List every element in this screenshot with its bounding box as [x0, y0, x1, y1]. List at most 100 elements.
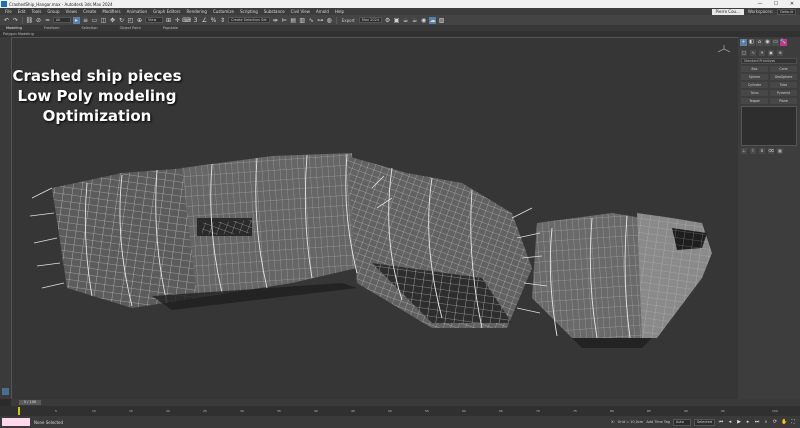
unlink-icon[interactable]: ⊘ — [35, 17, 42, 24]
reference-coordinate-dropdown[interactable]: View — [145, 17, 163, 23]
material-editor-icon[interactable]: ◍ — [326, 17, 333, 24]
select-by-name-icon[interactable]: ≡ — [82, 17, 89, 24]
utilities-tab-icon[interactable]: 🔧 — [780, 39, 787, 46]
toggle-ribbon-icon[interactable]: ▥ — [299, 17, 306, 24]
menu-file[interactable]: File — [2, 9, 15, 14]
menu-group[interactable]: Group — [44, 9, 62, 14]
menu-rendering[interactable]: Rendering — [184, 9, 210, 14]
helpers-icon[interactable]: ⊕ — [777, 50, 783, 56]
rotate-icon[interactable]: ↻ — [118, 17, 125, 24]
motion-tab-icon[interactable]: ◉ — [764, 39, 771, 46]
menu-help[interactable]: Help — [332, 9, 347, 14]
menu-customize[interactable]: Customize — [210, 9, 237, 14]
pan-icon[interactable]: ✋ — [781, 419, 787, 425]
cone-button[interactable]: Cone — [770, 66, 797, 72]
maximize-button[interactable]: ☐ — [768, 0, 784, 8]
orbit-icon[interactable]: ⟳ — [772, 419, 778, 425]
scale-icon[interactable]: ◰ — [127, 17, 134, 24]
make-unique-icon[interactable]: ⊻ — [759, 148, 765, 154]
align-icon[interactable]: ⊨ — [281, 17, 288, 24]
scene-explorer-icon[interactable] — [2, 388, 9, 395]
geometry-icon[interactable]: ◯ — [741, 50, 747, 56]
redo-icon[interactable]: ↷ — [12, 17, 19, 24]
create-tab-icon[interactable]: + — [740, 39, 747, 46]
render-setup-icon[interactable]: ⚙ — [384, 17, 391, 24]
time-slider[interactable]: 0 / 100 — [11, 399, 800, 406]
move-icon[interactable]: ✥ — [109, 17, 116, 24]
play-icon[interactable]: ▶ — [736, 419, 742, 425]
minimize-button[interactable]: — — [752, 0, 768, 8]
box-button[interactable]: Box — [741, 66, 768, 72]
keyboard-shortcut-icon[interactable]: ⌨ — [182, 17, 191, 24]
tab-freeform[interactable]: Freeform — [38, 26, 76, 30]
modifier-stack-list[interactable] — [741, 106, 797, 146]
spinner-snap-icon[interactable]: ⇕ — [219, 17, 226, 24]
hierarchy-tab-icon[interactable]: ⌂ — [756, 39, 763, 46]
go-to-start-icon[interactable]: ⏮ — [718, 419, 724, 425]
close-button[interactable]: ✕ — [784, 0, 800, 8]
menu-arnold[interactable]: Arnold — [313, 9, 332, 14]
named-selection-dropdown[interactable]: Create Selection Set — [228, 17, 270, 23]
tab-modeling[interactable]: Modeling — [0, 26, 38, 30]
select-object-icon[interactable]: ▸ — [73, 16, 80, 24]
pyramid-button[interactable]: Pyramid — [770, 90, 797, 96]
display-tab-icon[interactable]: ▭ — [772, 39, 779, 46]
tab-selection[interactable]: Selection — [76, 26, 114, 30]
render-preset-dropdown[interactable]: Max 2024 — [358, 17, 383, 23]
schematic-view-icon[interactable]: ⊶ — [317, 17, 324, 24]
export-label[interactable]: Export — [340, 18, 357, 23]
render-iterative-icon[interactable]: ☕ — [411, 17, 418, 24]
pin-stack-icon[interactable]: ⊥ — [741, 148, 747, 154]
place-icon[interactable]: ⊕ — [136, 17, 143, 24]
layer-explorer-icon[interactable]: ▤ — [290, 17, 297, 24]
tube-button[interactable]: Tube — [770, 82, 797, 88]
show-end-result-icon[interactable]: Ⅰ — [750, 148, 756, 154]
remove-modifier-icon[interactable]: ⌫ — [768, 148, 774, 154]
menu-animation[interactable]: Animation — [124, 9, 150, 14]
menu-views[interactable]: Views — [63, 9, 81, 14]
render-cloud-icon[interactable]: ☁ — [429, 16, 437, 24]
cylinder-button[interactable]: Cylinder — [741, 82, 768, 88]
track-bar[interactable]: 0 5 10 15 20 25 30 35 40 45 50 55 60 65 … — [0, 406, 800, 416]
geosphere-button[interactable]: GeoSphere — [770, 74, 797, 80]
plane-button[interactable]: Plane — [770, 98, 797, 104]
cameras-icon[interactable]: ▣ — [768, 50, 774, 56]
go-to-end-icon[interactable]: ⏭ — [754, 419, 760, 425]
render-activeshade-icon[interactable]: ◉ — [420, 17, 427, 24]
render-extra-icon[interactable]: ▨ — [438, 17, 445, 24]
window-crossing-icon[interactable]: ◫ — [100, 17, 107, 24]
curve-editor-icon[interactable]: ∿ — [308, 17, 315, 24]
previous-frame-icon[interactable]: ◂ — [727, 419, 733, 425]
torus-button[interactable]: Torus — [741, 90, 768, 96]
menu-scripting[interactable]: Scripting — [237, 9, 261, 14]
render-production-icon[interactable]: ☕ — [402, 17, 409, 24]
mirror-icon[interactable]: ⇹ — [272, 17, 279, 24]
configure-sets-icon[interactable]: ▦ — [777, 148, 783, 154]
auto-key-button[interactable]: Auto — [672, 418, 691, 426]
next-frame-icon[interactable]: ▸ — [745, 419, 751, 425]
modify-tab-icon[interactable]: ◧ — [748, 39, 755, 46]
viewcube-icon[interactable] — [717, 44, 731, 54]
teapot-button[interactable]: Teapot — [741, 98, 768, 104]
tab-populate[interactable]: Populate — [157, 26, 194, 30]
pivot-icon[interactable]: ⊞ — [165, 17, 172, 24]
menu-edit[interactable]: Edit — [15, 9, 29, 14]
rectangle-selection-icon[interactable]: ▭ — [91, 17, 98, 24]
perspective-viewport[interactable]: [+] [Perspective] [Standard] [Edged Face… — [11, 37, 739, 400]
percent-snap-icon[interactable]: % — [210, 17, 217, 24]
menu-create[interactable]: Create — [80, 9, 99, 14]
object-type-dropdown[interactable]: Standard Primitives — [741, 58, 797, 64]
sphere-button[interactable]: Sphere — [741, 74, 768, 80]
select-manipulate-icon[interactable]: ✛ — [174, 17, 181, 24]
zoom-icon[interactable]: ⌕ — [763, 419, 769, 425]
user-account-button[interactable]: Pierre Cou... — [711, 8, 744, 15]
maxscript-listener-mini[interactable] — [2, 418, 30, 426]
menu-tools[interactable]: Tools — [28, 9, 44, 14]
maximize-viewport-icon[interactable]: ⛶ — [790, 419, 796, 425]
link-icon[interactable]: ⛓ — [26, 17, 34, 24]
bind-space-warp-icon[interactable]: ≈ — [44, 17, 51, 24]
menu-graph-editors[interactable]: Graph Editors — [150, 9, 183, 14]
lights-icon[interactable]: ☀ — [759, 50, 765, 56]
rendered-frame-window-icon[interactable]: ▣ — [393, 17, 400, 24]
snaps-toggle-icon[interactable]: 3 — [192, 17, 199, 24]
